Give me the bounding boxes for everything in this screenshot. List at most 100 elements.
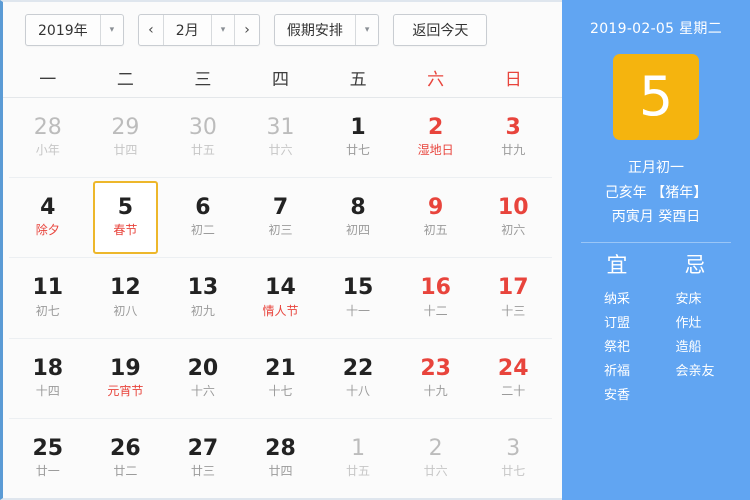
day-cell[interactable]: 19 元宵节: [93, 342, 159, 415]
day-cell[interactable]: 18 十四: [15, 342, 81, 415]
day-cell-selected[interactable]: 5 春节: [92, 181, 159, 255]
return-today-button[interactable]: 返回今天: [393, 14, 488, 46]
day-cell[interactable]: 21 十七: [248, 342, 314, 415]
day-number: 3: [506, 435, 521, 461]
day-grid: 28 小年 29 廿四 30 廿五 31 廿六 1 廿七 2 湿地日 3 廿九 4 除夕 5 春节 6 初二 7 初三 8 初…: [3, 98, 562, 498]
day-lunar-label: 廿四: [113, 143, 138, 158]
chevron-down-icon[interactable]: ▾: [99, 15, 124, 45]
day-cell[interactable]: 28 廿四: [248, 422, 314, 495]
day-cell[interactable]: 8 初四: [325, 181, 391, 254]
holiday-selector[interactable]: 假期安排 ▾: [273, 14, 380, 46]
day-cell[interactable]: 1 廿七: [325, 101, 391, 174]
day-lunar-label: 十四: [35, 383, 60, 398]
day-number: 26: [110, 435, 141, 461]
day-cell[interactable]: 4 除夕: [15, 181, 81, 254]
day-cell[interactable]: 6 初二: [170, 181, 236, 254]
day-cell[interactable]: 3 廿九: [480, 101, 546, 174]
day-lunar-label: 廿一: [35, 463, 60, 478]
day-number: 2: [428, 435, 443, 461]
weekday-label: 五: [349, 70, 367, 90]
day-number: 20: [187, 355, 219, 381]
day-detail-sidebar: 2019-02-05 星期二 5 正月初一 己亥年 【猪年】 丙寅月 癸酉日 宜 纳…: [562, 0, 750, 500]
day-cell[interactable]: 22 十八: [325, 342, 391, 415]
day-cell[interactable]: 17 十三: [480, 261, 546, 334]
month-value[interactable]: 2月: [162, 15, 211, 45]
week-row: 28 小年 29 廿四 30 廿五 31 廿六 1 廿七 2 湿地日 3 廿九: [9, 98, 552, 179]
day-lunar-label: 廿五: [190, 143, 215, 158]
ji-column: 忌 安床 作灶 造船 会亲友: [656, 253, 734, 408]
day-number: 21: [265, 355, 296, 381]
yi-list: 纳采 订盟 祭祀 祈福 安香: [604, 288, 630, 408]
chevron-down-icon[interactable]: ▾: [354, 15, 379, 45]
day-lunar-label: 十三: [501, 303, 526, 318]
day-cell[interactable]: 3 廿七: [480, 422, 546, 495]
day-cell[interactable]: 28 小年: [15, 101, 81, 174]
day-cell[interactable]: 23 十九: [403, 342, 469, 415]
selected-day-number: 5: [638, 65, 674, 128]
day-number: 25: [32, 435, 64, 461]
weekday-label: 日: [504, 70, 522, 90]
day-lunar-label: 廿六: [423, 463, 448, 478]
day-cell[interactable]: 1 廿五: [325, 422, 391, 495]
day-cell[interactable]: 26 廿二: [93, 422, 159, 495]
day-number: 24: [497, 355, 529, 381]
day-cell[interactable]: 29 廿四: [93, 101, 159, 174]
day-cell[interactable]: 20 十六: [170, 342, 236, 415]
year-selector[interactable]: 2019年 ▾: [25, 14, 125, 46]
month-selector[interactable]: ‹ 2月 ▾ ›: [138, 14, 260, 46]
day-cell[interactable]: 16 十二: [403, 261, 469, 334]
calendar-toolbar: 2019年 ▾ ‹ 2月 ▾ › 假期安排 ▾ 返回今天: [3, 2, 562, 58]
lunar-line: 丙寅月 癸酉日: [611, 209, 701, 225]
day-number: 17: [497, 275, 529, 301]
weekday-label: 三: [194, 70, 212, 90]
weekday-label: 六: [427, 70, 445, 90]
day-lunar-label: 廿四: [268, 463, 293, 478]
sidebar-date-line: 2019-02-05 星期二: [589, 21, 722, 37]
next-month-icon[interactable]: ›: [234, 15, 259, 45]
day-number: 10: [497, 195, 529, 221]
yi-item: 安香: [603, 387, 630, 403]
day-number: 2: [427, 115, 444, 141]
day-cell[interactable]: 15 十一: [325, 261, 391, 334]
day-number: 14: [265, 275, 296, 301]
day-cell[interactable]: 2 湿地日: [403, 101, 469, 174]
day-lunar-label: 廿三: [190, 463, 215, 478]
yi-item: 祈福: [603, 363, 630, 379]
day-lunar-label: 廿九: [501, 143, 526, 158]
day-cell[interactable]: 24 二十: [480, 342, 546, 415]
day-cell[interactable]: 9 初五: [403, 181, 469, 254]
day-number: 8: [350, 195, 366, 221]
day-cell[interactable]: 25 廿一: [15, 422, 81, 495]
day-lunar-label: 廿五: [346, 463, 371, 478]
year-value[interactable]: 2019年: [26, 15, 100, 45]
day-number: 15: [342, 275, 374, 301]
day-cell[interactable]: 7 初三: [248, 181, 314, 254]
day-cell[interactable]: 27 廿三: [170, 422, 236, 495]
holiday-label[interactable]: 假期安排: [275, 15, 355, 45]
day-cell[interactable]: 14 情人节: [248, 261, 314, 334]
day-lunar-label: 初七: [35, 303, 60, 318]
day-lunar-label: 初二: [190, 223, 215, 238]
day-cell[interactable]: 10 初六: [480, 181, 546, 254]
day-cell[interactable]: 11 初七: [15, 261, 81, 334]
day-cell[interactable]: 2 廿六: [403, 422, 469, 495]
week-row: 25 廿一 26 廿二 27 廿三 28 廿四 1 廿五 2 廿六 3 廿七: [9, 419, 552, 498]
prev-month-icon[interactable]: ‹: [139, 15, 163, 45]
day-lunar-label: 廿二: [113, 463, 138, 478]
ji-heading: 忌: [684, 252, 706, 277]
day-cell[interactable]: 30 廿五: [170, 101, 236, 174]
day-lunar-label: 元宵节: [107, 383, 144, 398]
chevron-down-icon[interactable]: ▾: [210, 15, 235, 45]
day-cell[interactable]: 13 初九: [170, 261, 236, 334]
day-number: 23: [420, 355, 451, 381]
day-number: 13: [187, 275, 219, 301]
day-number: 22: [342, 355, 374, 381]
day-cell[interactable]: 12 初八: [93, 261, 159, 334]
day-lunar-label: 初四: [346, 223, 371, 238]
day-cell[interactable]: 31 廿六: [248, 101, 314, 174]
day-number: 12: [110, 275, 141, 301]
day-number: 19: [110, 355, 141, 381]
day-number: 30: [188, 115, 217, 141]
yi-column: 宜 纳采 订盟 祭祀 祈福 安香: [578, 253, 656, 408]
day-number: 5: [117, 195, 133, 221]
